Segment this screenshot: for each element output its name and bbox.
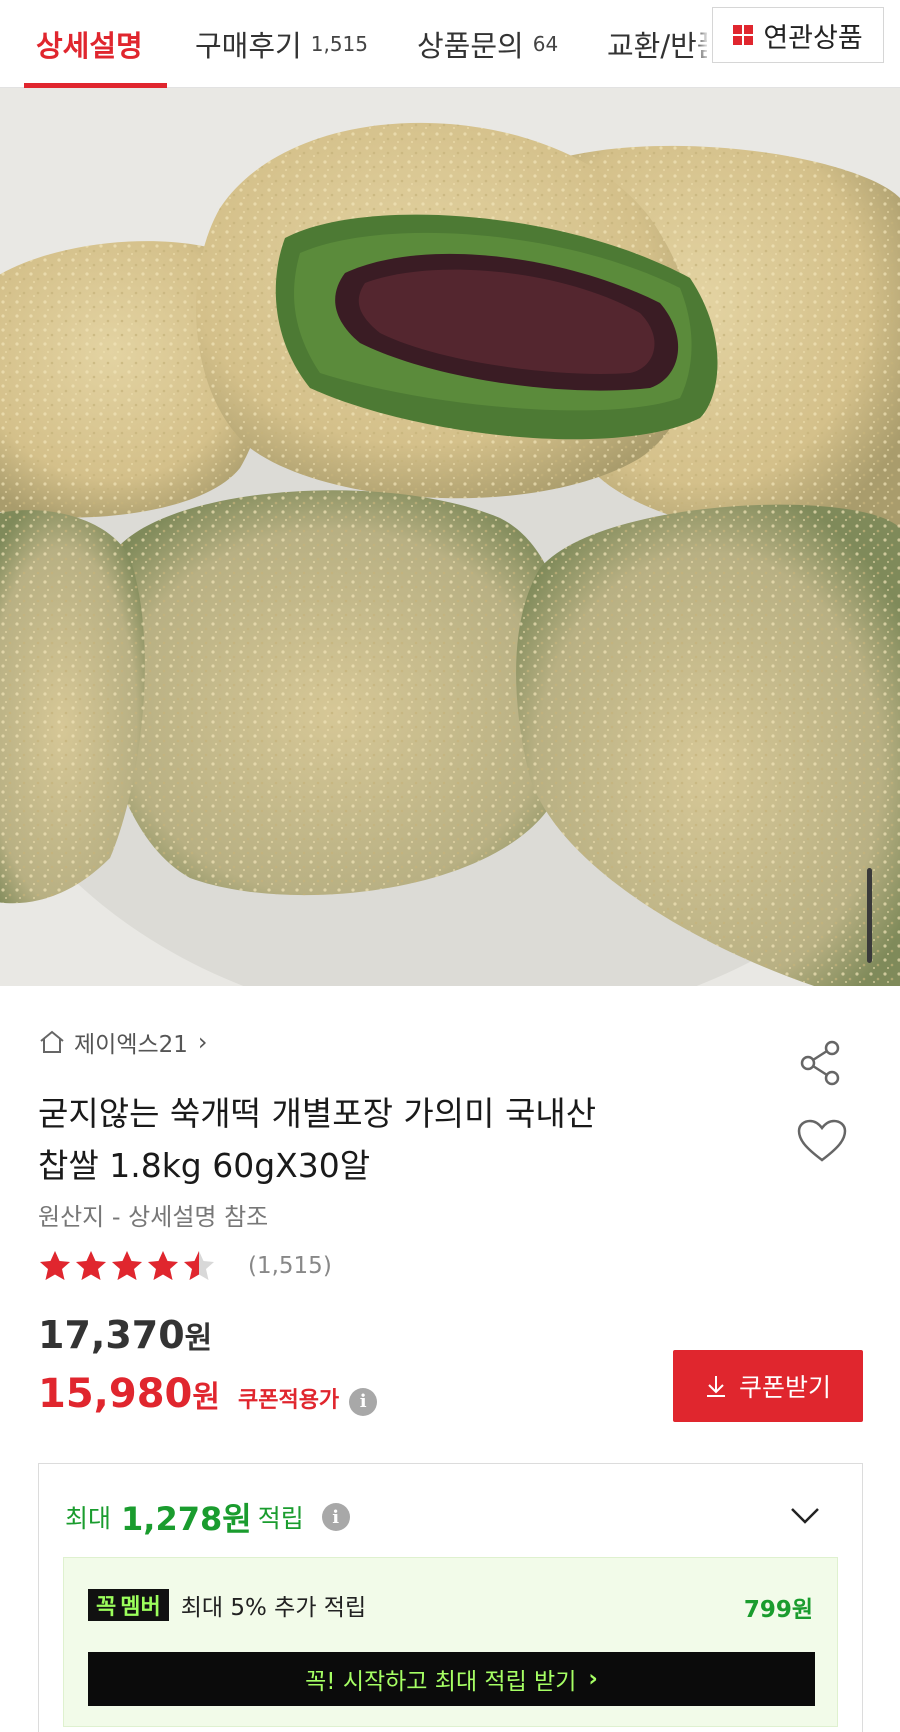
- original-price-currency: 원: [184, 1321, 213, 1356]
- heart-icon[interactable]: [796, 1118, 848, 1164]
- member-badge-part1: 꼭: [96, 1595, 117, 1620]
- origin-info: 원산지 - 상세설명 참조: [38, 1203, 269, 1231]
- star-icon: [76, 1251, 106, 1280]
- tab-exchange[interactable]: 교환/반품: [607, 0, 707, 88]
- tab-reviews-label: 구매후기: [195, 29, 302, 63]
- tab-inquiries-label: 상품문의: [417, 29, 524, 63]
- info-icon[interactable]: i: [349, 1387, 378, 1416]
- member-benefit-text: 최대 5% 추가 적립: [180, 1595, 367, 1621]
- star-icon: [112, 1251, 142, 1280]
- member-badge: 꼭 멤버: [88, 1589, 169, 1621]
- member-start-button[interactable]: 꼭! 시작하고 최대 적립 받기 ›: [88, 1652, 815, 1706]
- product-image[interactable]: [0, 88, 900, 986]
- sale-price-currency: 원: [192, 1380, 220, 1415]
- coupon-applied-label: 쿠폰적용가: [237, 1388, 340, 1413]
- chevron-down-icon[interactable]: [789, 1506, 821, 1526]
- chevron-right-icon: ›: [197, 1028, 208, 1056]
- member-badge-part2: 멤버: [120, 1595, 161, 1620]
- tab-reviews-count: 1,515: [310, 32, 368, 56]
- star-icon: [184, 1251, 214, 1280]
- store-link[interactable]: 제이엑스21 ›: [38, 1024, 208, 1060]
- member-benefit: 꼭 멤버 최대 5% 추가 적립: [88, 1588, 366, 1622]
- rating-count: (1,515): [248, 1253, 332, 1279]
- sale-price: 15,980 원 쿠폰적용가 i: [38, 1371, 378, 1417]
- member-box: 꼭 멤버 최대 5% 추가 적립 799원 꼭! 시작하고 최대 적립 받기 ›: [63, 1557, 838, 1727]
- tab-exchange-label: 교환/반품: [607, 29, 707, 63]
- rating[interactable]: (1,515): [38, 1247, 332, 1285]
- image-scroll-indicator: [867, 868, 872, 963]
- chevron-right-icon: ›: [588, 1666, 598, 1692]
- related-products-label: 연관상품: [763, 22, 863, 54]
- product-title-line1: 굳지않는 쑥개떡 개별포장 가의미 국내산: [38, 1094, 597, 1133]
- related-products-button[interactable]: 연관상품: [712, 7, 884, 63]
- points-amount: 1,278원: [121, 1500, 252, 1538]
- points-suffix: 적립: [257, 1504, 304, 1533]
- coupon-button-label: 쿠폰받기: [738, 1373, 831, 1402]
- product-photo: [0, 88, 900, 986]
- points-label: 최대: [65, 1504, 112, 1533]
- info-icon[interactable]: i: [321, 1503, 350, 1531]
- tab-bar: 상세설명 구매후기 1,515 상품문의 64 교환/반품 연관상품: [0, 0, 900, 88]
- share-icon[interactable]: [796, 1038, 846, 1088]
- download-icon: [706, 1376, 725, 1397]
- star-rating: [40, 1251, 214, 1280]
- points-summary[interactable]: 최대 1,278원 적립 i: [65, 1494, 350, 1540]
- tab-detail-label: 상세설명: [36, 29, 143, 63]
- coupon-download-button[interactable]: 쿠폰받기: [673, 1350, 863, 1422]
- grid-icon: [733, 25, 754, 45]
- points-box: 최대 1,278원 적립 i 꼭 멤버 최대 5% 추가 적립 799원 꼭! …: [38, 1463, 863, 1732]
- member-benefit-amount: 799원: [743, 1597, 813, 1623]
- store-name: 제이엑스21: [74, 1032, 188, 1058]
- sale-price-value: 15,980: [38, 1371, 193, 1417]
- tab-inquiries[interactable]: 상품문의 64: [417, 0, 558, 88]
- home-icon: [40, 1030, 64, 1053]
- product-title-line2: 찹쌀 1.8kg 60gX30알: [38, 1146, 371, 1185]
- star-icon: [148, 1251, 178, 1280]
- tab-inquiries-count: 64: [532, 32, 559, 56]
- tab-detail[interactable]: 상세설명: [36, 0, 143, 88]
- member-start-label: 꼭! 시작하고 최대 적립 받기: [305, 1669, 577, 1695]
- star-icon: [40, 1251, 70, 1280]
- original-price-value: 17,370: [38, 1313, 185, 1357]
- tab-reviews[interactable]: 구매후기 1,515: [195, 0, 368, 88]
- original-price: 17,370원: [38, 1313, 212, 1357]
- product-title: 굳지않는 쑥개떡 개별포장 가의미 국내산 찹쌀 1.8kg 60gX30알: [38, 1088, 758, 1192]
